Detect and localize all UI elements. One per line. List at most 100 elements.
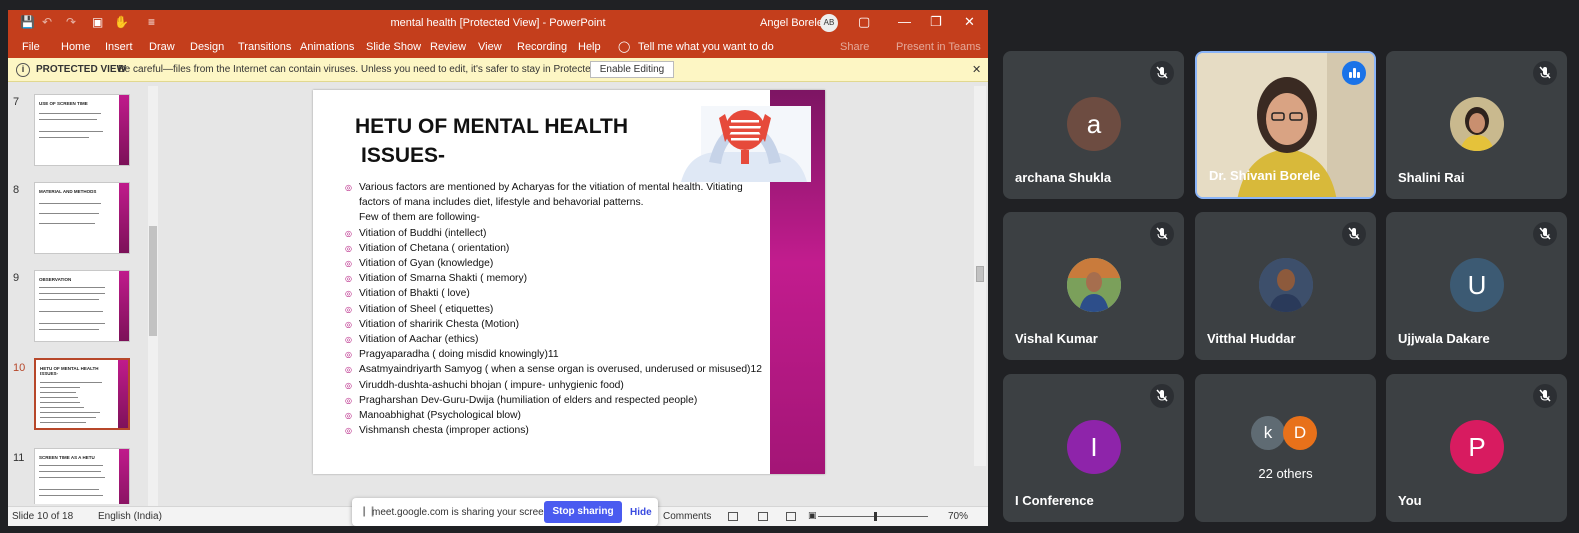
participant-tile[interactable]: I I Conference xyxy=(1003,374,1184,522)
tab-insert[interactable]: Insert xyxy=(105,41,133,53)
close-icon[interactable]: ✕ xyxy=(964,14,975,30)
bullet-item: Vitiation of Bhakti ( love) xyxy=(345,286,765,301)
thumbnail-line xyxy=(39,119,97,120)
slide-sorter-icon[interactable] xyxy=(758,512,768,521)
thumbnail-line xyxy=(39,137,89,138)
avatar: D xyxy=(1283,416,1317,450)
participant-tile[interactable]: Vitthal Huddar xyxy=(1195,212,1376,360)
thumbnail-number: 9 xyxy=(13,272,20,284)
normal-view-icon[interactable] xyxy=(728,512,738,521)
user-name[interactable]: Angel Borele xyxy=(760,17,823,29)
hide-button[interactable]: Hide xyxy=(630,507,652,518)
tab-transitions[interactable]: Transitions xyxy=(238,41,291,53)
thumbnail-line xyxy=(39,113,101,114)
thumbnail-number: 7 xyxy=(13,96,20,108)
bullet-item: Pragyaparadha ( doing misdid knowingly)1… xyxy=(345,347,765,362)
share-button[interactable]: Share xyxy=(840,41,869,53)
avatar-photo xyxy=(1067,258,1121,312)
tab-review[interactable]: Review xyxy=(430,41,466,53)
tab-view[interactable]: View xyxy=(478,41,502,53)
participant-name: I Conference xyxy=(1015,493,1094,508)
bullet-item: Manoabhighat (Psychological blow) xyxy=(345,408,765,423)
thumbnail-line xyxy=(40,382,102,383)
tab-file[interactable]: File xyxy=(22,41,40,53)
participant-tile[interactable]: Vishal Kumar xyxy=(1003,212,1184,360)
mic-off-icon xyxy=(1150,222,1174,246)
user-avatar[interactable]: AB xyxy=(820,14,838,32)
participant-tile[interactable]: a archana Shukla xyxy=(1003,51,1184,199)
restore-icon[interactable]: ❐ xyxy=(930,14,942,30)
participant-tile[interactable]: U Ujjwala Dakare xyxy=(1386,212,1567,360)
thumbnails-scrollbar[interactable] xyxy=(148,86,158,506)
zoom-slider-handle[interactable] xyxy=(874,512,877,521)
protected-view-label: PROTECTED VIEW xyxy=(36,64,127,75)
avatar: k xyxy=(1251,416,1285,450)
sharing-message: meet.google.com is sharing your screen. xyxy=(372,507,553,518)
bullet-item: Asatmyaindriyarth Samyog ( when a sense … xyxy=(345,362,765,377)
present-in-teams-button[interactable]: Present in Teams xyxy=(896,41,981,53)
others-tile[interactable]: k D 22 others xyxy=(1195,374,1376,522)
thumbnail-line xyxy=(39,471,101,472)
tab-animations[interactable]: Animations xyxy=(300,41,354,53)
slide-canvas[interactable]: HETU OF MENTAL HEALTH ISSUES- Various fa… xyxy=(313,90,825,474)
participant-name: Dr. Shivani Borele xyxy=(1209,168,1321,183)
self-tile[interactable]: P You xyxy=(1386,374,1567,522)
window-title: mental health [Protected View] - PowerPo… xyxy=(390,17,606,29)
thumbnail-accent-bar xyxy=(119,183,129,253)
language-indicator[interactable]: English (India) xyxy=(98,511,162,522)
comments-button[interactable]: Comments xyxy=(663,511,711,522)
enable-editing-button[interactable]: Enable Editing xyxy=(590,61,674,78)
thumbnail-line xyxy=(40,407,84,408)
participant-name: Ujjwala Dakare xyxy=(1398,331,1490,346)
thumbnail-accent-bar xyxy=(119,271,129,341)
tab-draw[interactable]: Draw xyxy=(149,41,175,53)
scrollbar-thumb[interactable] xyxy=(149,226,157,336)
slide-thumbnail-8[interactable]: MATERIAL AND METHODS xyxy=(34,182,130,254)
tab-slide-show[interactable]: Slide Show xyxy=(366,41,421,53)
stop-sharing-button[interactable]: Stop sharing xyxy=(544,501,622,523)
thumbnail-line xyxy=(40,412,100,413)
slide-thumbnail-9[interactable]: OBSERVATION xyxy=(34,270,130,342)
slide-thumbnail-7[interactable]: USE OF SCREEN TIME xyxy=(34,94,130,166)
reading-view-icon[interactable] xyxy=(786,512,796,521)
ribbon-display-icon[interactable]: ▢ xyxy=(858,14,870,30)
scrollbar-thumb[interactable] xyxy=(976,266,984,282)
thumbnail-line xyxy=(39,293,105,294)
participant-tile[interactable]: Shalini Rai xyxy=(1386,51,1567,199)
participant-tile-active-speaker[interactable]: Dr. Shivani Borele xyxy=(1195,51,1376,199)
mic-off-icon xyxy=(1533,222,1557,246)
slide-counter: Slide 10 of 18 xyxy=(12,511,74,522)
minimize-icon[interactable]: — xyxy=(898,14,911,29)
bullet-item: Few of them are following- xyxy=(359,212,480,224)
avatar-photo xyxy=(1259,258,1313,312)
tab-help[interactable]: Help xyxy=(578,41,601,53)
slide-title-line: ISSUES- xyxy=(361,144,446,167)
thumbnail-line xyxy=(40,417,96,418)
thumbnail-number: 11 xyxy=(13,452,25,464)
bullet-item: Vitiation of Buddhi (intellect) xyxy=(345,226,765,241)
zoom-level[interactable]: 70% xyxy=(948,511,968,522)
zoom-slider[interactable] xyxy=(818,516,928,517)
tell-me-search[interactable]: Tell me what you want to do xyxy=(638,41,774,53)
slide-thumbnails-pane: 7 USE OF SCREEN TIME 8 MATERIAL AND METH… xyxy=(8,82,160,504)
slideshow-icon[interactable]: ▣ xyxy=(808,510,818,520)
thumbnail-line xyxy=(40,392,76,393)
tab-recording[interactable]: Recording xyxy=(517,41,567,53)
slide-title: HETU OF MENTAL HEALTH ISSUES- xyxy=(355,112,675,170)
avatar: P xyxy=(1450,420,1504,474)
thumbnail-line xyxy=(39,223,95,224)
tab-design[interactable]: Design xyxy=(190,41,224,53)
avatar-photo xyxy=(1450,97,1504,151)
thumbnail-line xyxy=(39,323,105,324)
protected-view-message: Be careful—files from the Internet can c… xyxy=(118,64,623,75)
close-icon[interactable]: ✕ xyxy=(972,63,981,76)
slide-thumbnail-10[interactable]: HETU OF MENTAL HEALTH ISSUES- xyxy=(34,358,130,430)
thumbnail-line xyxy=(39,465,103,466)
slide-thumbnail-11[interactable]: SCREEN TIME AS A HETU xyxy=(34,448,130,504)
slide-scrollbar[interactable] xyxy=(974,86,986,466)
bullet-item: Vitiation of Smarna Shakti ( memory) xyxy=(345,271,765,286)
tab-home[interactable]: Home xyxy=(61,41,90,53)
thumbnail-line xyxy=(39,299,99,300)
thumbnail-number: 8 xyxy=(13,184,20,196)
bullet-item: Vitiation of Aachar (ethics) xyxy=(345,332,765,347)
